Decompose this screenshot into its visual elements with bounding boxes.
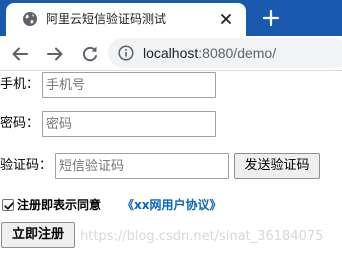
- code-label: 验证码：: [0, 158, 53, 173]
- reload-icon[interactable]: [80, 44, 100, 64]
- agree-checkbox[interactable]: [2, 199, 14, 211]
- send-code-button[interactable]: 发送验证码: [234, 153, 320, 179]
- watermark-text: https://blog.csdn.net/sinat_36184075: [80, 229, 324, 244]
- address-bar[interactable]: localhost:8080/demo/: [108, 38, 342, 68]
- phone-label: 手机：: [0, 77, 40, 92]
- agreement-link[interactable]: 《xx网用户协议》: [122, 196, 221, 214]
- browser-toolbar: localhost:8080/demo/: [0, 36, 342, 71]
- close-icon[interactable]: [218, 11, 234, 27]
- url-path: :8080/demo/: [198, 45, 277, 61]
- url-text[interactable]: localhost:8080/demo/: [143, 44, 276, 62]
- phone-input[interactable]: [42, 72, 216, 98]
- sms-code-input[interactable]: [55, 153, 229, 179]
- password-label: 密码：: [0, 116, 40, 131]
- new-tab-plus-icon[interactable]: [262, 9, 280, 27]
- url-host: localhost: [143, 45, 199, 61]
- password-input[interactable]: [42, 111, 216, 137]
- tab-title: 阿里云短信验证码测试: [46, 12, 167, 26]
- info-icon[interactable]: [118, 45, 134, 61]
- forward-arrow-icon[interactable]: [45, 44, 65, 64]
- globe-icon: [22, 11, 38, 27]
- back-arrow-icon[interactable]: [10, 44, 30, 64]
- browser-tab-strip: 阿里云短信验证码测试: [0, 0, 342, 36]
- page-content: 手机： 密码： 验证码： 发送验证码 注册即表示同意 《xx网用户协议》 htt…: [0, 72, 342, 253]
- agreement-text: 注册即表示同意: [17, 198, 102, 212]
- register-button[interactable]: 立即注册: [1, 222, 75, 248]
- browser-tab[interactable]: 阿里云短信验证码测试: [6, 3, 246, 36]
